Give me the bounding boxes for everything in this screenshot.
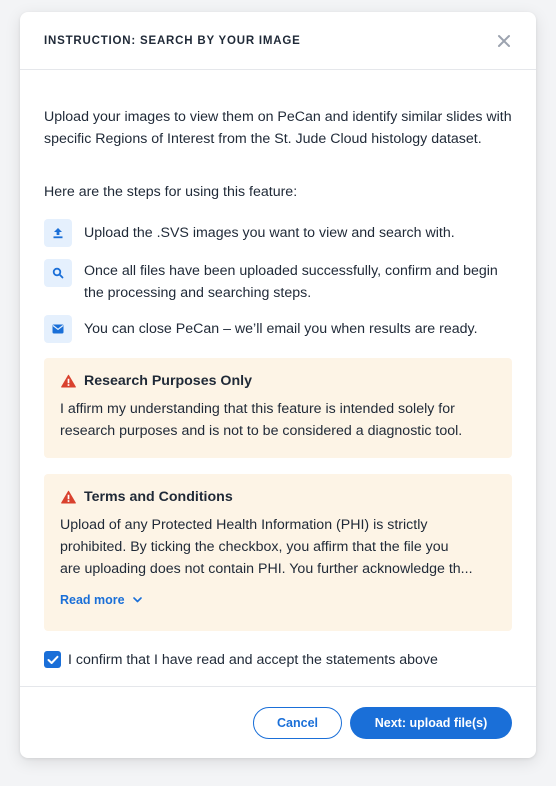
search-icon: [44, 259, 72, 287]
close-icon[interactable]: [496, 33, 512, 49]
step-text: Upload the .SVS images you want to view …: [84, 225, 455, 241]
terms-notice-title: Terms and Conditions: [84, 489, 233, 505]
terms-notice: Terms and Conditions Upload of any Prote…: [44, 474, 512, 631]
modal-header: INSTRUCTION: SEARCH BY YOUR IMAGE: [20, 12, 536, 70]
confirm-row: I confirm that I have read and accept th…: [44, 651, 512, 669]
steps-lead: Here are the steps for using this featur…: [44, 184, 298, 200]
cancel-button[interactable]: Cancel: [253, 707, 342, 739]
read-more-link[interactable]: Read more: [60, 593, 142, 607]
upload-icon: [44, 219, 72, 247]
instruction-modal: INSTRUCTION: SEARCH BY YOUR IMAGE Upload…: [20, 12, 536, 758]
step-text: You can close PeCan – we’ll email you wh…: [84, 321, 478, 337]
modal-footer: Cancel Next: upload file(s): [20, 686, 536, 758]
warning-icon: [61, 374, 76, 388]
terms-line: Upload of any Protected Health Informati…: [60, 517, 428, 533]
research-notice: Research Purposes Only I affirm my under…: [44, 358, 512, 458]
next-upload-button[interactable]: Next: upload file(s): [350, 707, 512, 739]
modal-title: INSTRUCTION: SEARCH BY YOUR IMAGE: [44, 35, 301, 47]
step-text: Once all files have been uploaded succes…: [84, 263, 498, 301]
terms-line: are uploading does not contain PHI. You …: [60, 561, 473, 577]
research-notice-title: Research Purposes Only: [84, 373, 252, 389]
terms-notice-text: Upload of any Protected Health Informati…: [60, 514, 498, 580]
mail-icon: [44, 315, 72, 343]
warning-icon: [61, 490, 76, 504]
research-notice-text: I affirm my understanding that this feat…: [60, 401, 463, 439]
intro-text: Upload your images to view them on PeCan…: [44, 109, 512, 147]
chevron-down-icon: [132, 597, 142, 603]
terms-line: prohibited. By ticking the checkbox, you…: [60, 539, 449, 555]
confirm-checkbox[interactable]: [44, 651, 61, 668]
checkmark-icon: [47, 655, 58, 664]
read-more-label: Read more: [60, 593, 125, 607]
confirm-label: I confirm that I have read and accept th…: [68, 652, 438, 668]
